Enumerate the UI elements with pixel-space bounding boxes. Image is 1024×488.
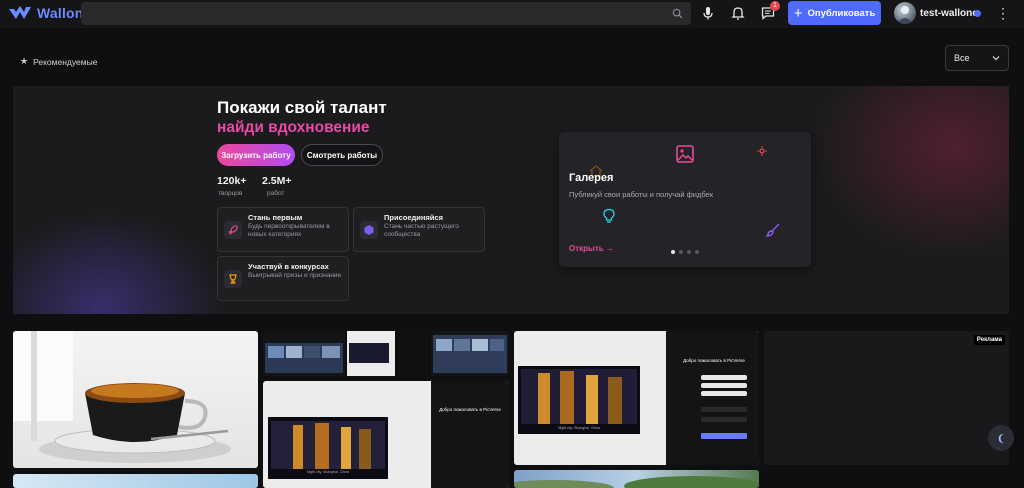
username[interactable]: test-wallone [920,8,978,19]
login-heading: Добро пожаловать в PicVerse [439,407,501,412]
theme-toggle-button[interactable] [988,425,1014,451]
rocket-icon [224,221,242,239]
ad-slot[interactable]: Реклама [764,331,1009,465]
feature-card-title: Присоединяйся [384,213,443,222]
feature-card-title: Стань первым [248,213,303,222]
lightbulb-icon [603,208,615,223]
plus-icon: + [793,4,803,22]
trophy-icon [224,270,242,288]
gallery-panel-title: Галерея [569,172,614,184]
feature-card-join[interactable]: Присоединяйся Стань частью растущего соо… [353,207,485,252]
login-screen-image [518,331,759,465]
logo[interactable]: Wallone [8,4,92,22]
carousel-dot[interactable] [679,250,683,254]
login-heading: Добро пожаловать в PicVerse [683,358,745,363]
hero-glow [13,206,233,314]
image-icon [676,145,694,163]
login-image-caption: Night city, Shanghai, China [558,426,600,430]
avatar[interactable] [894,2,916,24]
gallery-tile-screens[interactable] [263,331,509,376]
ad-label: Реклама [973,335,1005,345]
notification-badge: 1 [770,1,780,11]
gallery-tile-login-2[interactable]: Добро пожаловать в PicVerse Night city, … [514,331,759,465]
community-icon [360,221,378,239]
featured-filter[interactable]: ★ Рекомендуемые [20,56,97,67]
carousel-dots [671,250,699,254]
search-input[interactable] [81,2,691,25]
stat-value-works: 2.5M+ [262,175,292,187]
moon-icon [998,433,1004,443]
nature-image [514,476,759,488]
coffee-cup-image [13,331,231,463]
chevron-down-icon [992,56,1000,61]
gallery-tile-nature[interactable] [514,470,759,488]
carousel-dot[interactable] [687,250,691,254]
top-bar: Wallone 1 + Опубликовать test-wallone ⋮ [0,0,1024,28]
feature-card-description: Выигрывай призы и признание [248,272,342,279]
search-icon[interactable] [672,8,683,19]
feature-card-description: Будь первооткрывателем в новых категория… [248,223,330,238]
upload-work-button[interactable]: Загрузить работу [217,144,295,166]
gallery-open-link[interactable]: Открыть → [569,244,614,253]
logo-icon [9,6,31,19]
login-image-caption: Night city, Shanghai, China [307,470,349,474]
hero-title: Покажи свой талант [217,98,387,117]
avatar-image [897,6,913,24]
publish-button-label: Опубликовать [807,7,876,19]
view-works-button[interactable]: Смотреть работы [301,144,383,166]
feature-card-contests[interactable]: Участвуй в конкурсах Выигрывай призы и п… [217,256,349,301]
stat-label-creators: творцов [218,190,243,197]
hero-glow [803,86,1009,266]
gallery-tile-coffee[interactable] [13,331,258,468]
feature-card-title: Участвуй в конкурсах [248,262,329,271]
star-icon: ★ [20,56,29,66]
gallery-panel-description: Публикуй свои работы и получай фидбек [569,190,714,199]
featured-label: Рекомендуемые [33,56,98,67]
gallery-tile[interactable] [13,474,258,488]
stat-value-creators: 120k+ [217,175,247,187]
hero-subtitle: найди вдохновение [217,119,370,136]
publish-button[interactable]: + Опубликовать [788,1,881,25]
microphone-icon[interactable] [700,5,716,21]
gallery-carousel-panel[interactable]: Галерея Публикуй свои работы и получай ф… [559,132,811,267]
carousel-dot[interactable] [671,250,675,254]
feature-card-first[interactable]: Стань первым Будь первооткрывателем в но… [217,207,349,252]
online-status-dot [974,10,981,17]
category-select-value: Все [954,53,970,63]
bell-icon[interactable] [730,5,746,21]
feature-card-description: Стань частью растущего сообщества [384,223,459,238]
sparkle-icon [757,146,767,156]
hero-banner: Покажи свой талант найди вдохновение Заг… [13,86,1009,314]
brush-icon [765,223,780,237]
category-select[interactable]: Все [945,45,1009,71]
stat-label-works: работ [267,190,285,197]
carousel-dot[interactable] [695,250,699,254]
screenshots-preview-image [263,331,509,376]
search-bar[interactable] [81,2,691,25]
gallery-tile-login[interactable]: Добро пожаловать в PicVerse Night city, … [263,381,509,488]
kebab-menu-icon[interactable]: ⋮ [996,6,1010,22]
